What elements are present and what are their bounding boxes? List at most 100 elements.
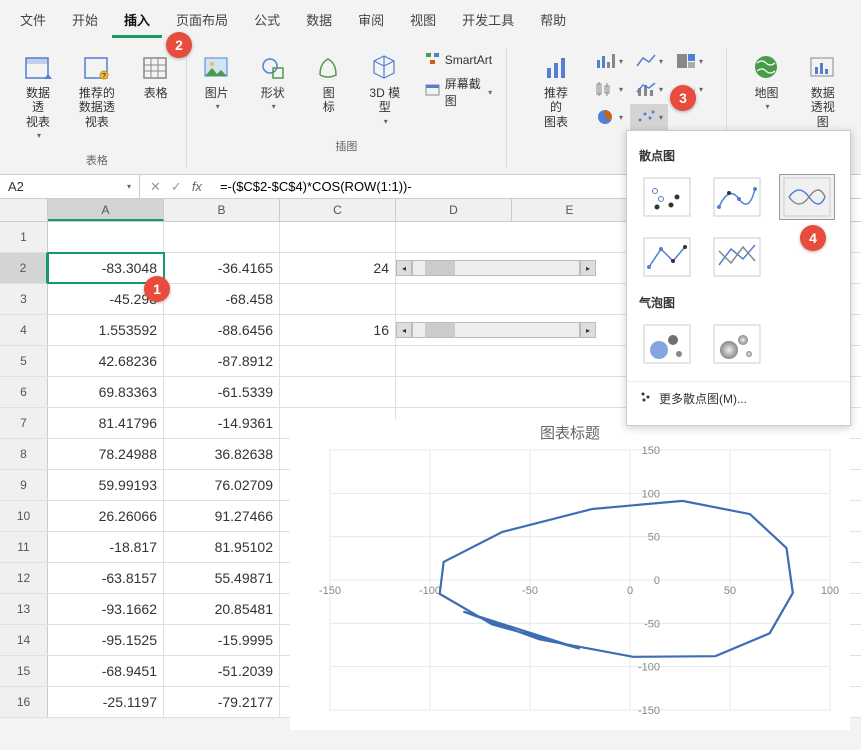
- cell-A12[interactable]: -63.8157: [48, 563, 164, 593]
- cell-B15[interactable]: -51.2039: [164, 656, 280, 686]
- row-header-13[interactable]: 13: [0, 594, 48, 624]
- cell-A16[interactable]: -25.1197: [48, 687, 164, 717]
- cell-B9[interactable]: 76.02709: [164, 470, 280, 500]
- col-header-A[interactable]: A: [48, 199, 164, 221]
- row-header-7[interactable]: 7: [0, 408, 48, 438]
- accept-icon[interactable]: ✓: [171, 179, 182, 195]
- stat-chart-button[interactable]: ▾: [590, 76, 628, 102]
- model3d-button[interactable]: 3D 模 型▾: [363, 48, 407, 130]
- tab-developer[interactable]: 开发工具: [450, 4, 526, 38]
- tab-file[interactable]: 文件: [8, 4, 58, 38]
- cell-A15[interactable]: -68.9451: [48, 656, 164, 686]
- col-header-E[interactable]: E: [512, 199, 628, 221]
- cell-A5[interactable]: 42.68236: [48, 346, 164, 376]
- select-all-corner[interactable]: [0, 199, 48, 221]
- scatter-straight-markers[interactable]: [639, 234, 695, 280]
- table-button[interactable]: 表格: [134, 48, 178, 144]
- row-header-14[interactable]: 14: [0, 625, 48, 655]
- col-header-D[interactable]: D: [396, 199, 512, 221]
- row-header-4[interactable]: 4: [0, 315, 48, 345]
- scrollbar-4[interactable]: ◂▸: [396, 315, 596, 345]
- cell-C5[interactable]: [280, 346, 396, 376]
- pie-chart-button[interactable]: ▾: [590, 104, 628, 130]
- cell-C4[interactable]: 16: [280, 315, 396, 345]
- rec-pivot-button[interactable]: ? 推荐的 数据透视表: [72, 48, 122, 144]
- more-scatter-link[interactable]: 更多散点图(M)...: [627, 381, 850, 415]
- cell-A2[interactable]: -83.3048: [48, 253, 164, 283]
- row-header-2[interactable]: 2: [0, 253, 48, 283]
- row-header-9[interactable]: 9: [0, 470, 48, 500]
- scatter-straight[interactable]: [709, 234, 765, 280]
- cell-B8[interactable]: 36.82638: [164, 439, 280, 469]
- scrollbar-2[interactable]: ◂▸: [396, 253, 596, 283]
- pivot-table-button[interactable]: 数据透 视表▾: [16, 48, 60, 144]
- cell-A7[interactable]: 81.41796: [48, 408, 164, 438]
- cell-B3[interactable]: -68.458: [164, 284, 280, 314]
- cell-A6[interactable]: 69.83363: [48, 377, 164, 407]
- name-box[interactable]: A2 ▾: [0, 175, 140, 198]
- scatter-smooth[interactable]: [779, 174, 835, 220]
- cell-B1[interactable]: [164, 222, 280, 252]
- cell-B4[interactable]: -88.6456: [164, 315, 280, 345]
- cell-B11[interactable]: 81.95102: [164, 532, 280, 562]
- scatter-markers[interactable]: [639, 174, 695, 220]
- cell-C6[interactable]: [280, 377, 396, 407]
- tab-formulas[interactable]: 公式: [242, 4, 292, 38]
- screenshot-button[interactable]: 屏幕截图▾: [419, 73, 498, 111]
- tab-data[interactable]: 数据: [294, 4, 344, 38]
- cell-B14[interactable]: -15.9995: [164, 625, 280, 655]
- bubble-chart[interactable]: [639, 321, 695, 367]
- cell-A4[interactable]: 1.553592: [48, 315, 164, 345]
- cell-B2[interactable]: -36.4165: [164, 253, 280, 283]
- row-header-15[interactable]: 15: [0, 656, 48, 686]
- cancel-icon[interactable]: ✕: [150, 179, 161, 195]
- smartart-button[interactable]: SmartArt: [419, 48, 498, 71]
- tab-help[interactable]: 帮助: [528, 4, 578, 38]
- shapes-button[interactable]: 形状▾: [251, 48, 295, 130]
- cell-A9[interactable]: 59.99193: [48, 470, 164, 500]
- tab-home[interactable]: 开始: [60, 4, 110, 38]
- row-header-12[interactable]: 12: [0, 563, 48, 593]
- scatter-chart-button[interactable]: ▾: [630, 104, 668, 130]
- icons-button[interactable]: 图 标: [307, 48, 351, 130]
- tab-review[interactable]: 审阅: [346, 4, 396, 38]
- col-header-C[interactable]: C: [280, 199, 396, 221]
- row-header-16[interactable]: 16: [0, 687, 48, 717]
- row-header-3[interactable]: 3: [0, 284, 48, 314]
- col-header-B[interactable]: B: [164, 199, 280, 221]
- cell-C2[interactable]: 24: [280, 253, 396, 283]
- cell-A1[interactable]: [48, 222, 164, 252]
- hier-chart-button[interactable]: ▾: [670, 48, 708, 74]
- row-header-8[interactable]: 8: [0, 439, 48, 469]
- cell-A13[interactable]: -93.1662: [48, 594, 164, 624]
- tab-insert[interactable]: 插入: [112, 4, 162, 38]
- cell-A10[interactable]: 26.26066: [48, 501, 164, 531]
- cell-B12[interactable]: 55.49871: [164, 563, 280, 593]
- row-header-11[interactable]: 11: [0, 532, 48, 562]
- row-header-10[interactable]: 10: [0, 501, 48, 531]
- embedded-chart[interactable]: 图表标题-150-100-50050100-150-100-5005010015…: [290, 420, 850, 730]
- rec-chart-button[interactable]: 推荐的 图表: [534, 48, 578, 144]
- cell-B16[interactable]: -79.2177: [164, 687, 280, 717]
- cell-A8[interactable]: 78.24988: [48, 439, 164, 469]
- cell-B6[interactable]: -61.5339: [164, 377, 280, 407]
- cell-C3[interactable]: [280, 284, 396, 314]
- cell-B10[interactable]: 91.27466: [164, 501, 280, 531]
- cell-B13[interactable]: 20.85481: [164, 594, 280, 624]
- cell-B7[interactable]: -14.9361: [164, 408, 280, 438]
- fx-icon[interactable]: fx: [192, 179, 202, 194]
- cell-B5[interactable]: -87.8912: [164, 346, 280, 376]
- cell-A11[interactable]: -18.817: [48, 532, 164, 562]
- line-chart-button[interactable]: ▾: [630, 48, 668, 74]
- combo-chart-button[interactable]: ▾: [630, 76, 668, 102]
- picture-button[interactable]: 图片▾: [195, 48, 239, 130]
- row-header-6[interactable]: 6: [0, 377, 48, 407]
- row-header-1[interactable]: 1: [0, 222, 48, 252]
- cell-C1[interactable]: [280, 222, 396, 252]
- bubble-3d[interactable]: [709, 321, 765, 367]
- col-chart-button[interactable]: ▾: [590, 48, 628, 74]
- tab-view[interactable]: 视图: [398, 4, 448, 38]
- cell-A14[interactable]: -95.1525: [48, 625, 164, 655]
- scatter-smooth-markers[interactable]: [709, 174, 765, 220]
- row-header-5[interactable]: 5: [0, 346, 48, 376]
